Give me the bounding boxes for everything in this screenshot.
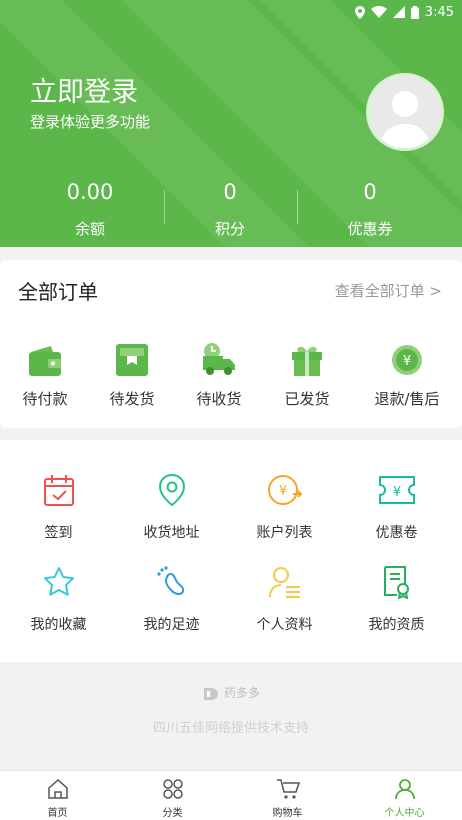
location-icon: [354, 5, 365, 19]
yuan-transfer-icon: ¥: [267, 475, 302, 505]
default-avatar-icon: [369, 76, 441, 148]
brand-mark-icon: [204, 687, 219, 700]
order-refund[interactable]: ¥ 退款/售后: [362, 340, 452, 409]
stat-divider: [297, 190, 298, 224]
account-list-button[interactable]: ¥ 账户列表: [228, 472, 341, 542]
calendar-check-icon: [43, 475, 74, 506]
order-pending-receipt-label: 待收货: [196, 390, 242, 408]
svg-text:¥: ¥: [278, 484, 286, 499]
profile-header: 3:45 立即登录 登录体验更多功能 0.00 余额 0 积分 0 优惠券: [0, 0, 462, 247]
qualification-label: 我的资质: [368, 617, 425, 633]
profile-info-button[interactable]: 个人资料: [228, 564, 341, 634]
orders-card: 全部订单 查看全部订单 > 待付款 待发货 待收货 已发货 ¥ 退款/售后: [0, 260, 462, 428]
tab-category-label: 分类: [162, 808, 183, 819]
order-pending-receipt[interactable]: 待收货: [174, 340, 264, 409]
balance-label: 余额: [74, 220, 105, 238]
signal-icon: [392, 6, 405, 18]
account-list-label: 账户列表: [256, 525, 313, 541]
order-pending-payment-label: 待付款: [22, 390, 68, 408]
person-icon: [394, 778, 415, 799]
cart-icon: [276, 778, 300, 799]
coupons-label: 优惠券: [347, 220, 393, 238]
stat-coupons[interactable]: 0 优惠券: [300, 178, 440, 239]
order-pending-shipment[interactable]: 待发货: [87, 340, 177, 409]
tab-cart-label: 购物车: [272, 808, 303, 819]
stat-balance[interactable]: 0.00 余额: [20, 178, 160, 239]
yuan-ticket-icon: ¥: [378, 476, 415, 504]
category-icon: [162, 778, 183, 799]
tab-profile-label: 个人中心: [384, 808, 425, 819]
location-pin-icon: [158, 473, 185, 507]
bottom-tab-bar: 首页 分类 购物车 个人中心: [0, 770, 462, 820]
delivery-truck-icon: [203, 343, 235, 375]
status-time: 3:45: [424, 4, 454, 20]
balance-value: 0.00: [66, 180, 114, 204]
orders-title: 全部订单: [18, 280, 98, 304]
footprint-icon: [156, 566, 184, 595]
tab-profile[interactable]: 个人中心: [347, 776, 462, 819]
brand-logo-text: 药多多: [223, 686, 260, 700]
order-refund-label: 退款/售后: [374, 390, 440, 408]
coupon-label: 优惠卷: [375, 525, 418, 541]
wifi-icon: [370, 6, 387, 18]
home-icon: [47, 778, 68, 799]
stat-points[interactable]: 0 积分: [160, 178, 300, 239]
tools-grid: 签到 收货地址 ¥ 账户列表 ¥ 优惠卷 我的收藏 我的足迹 个人资料 我的资质: [0, 440, 462, 662]
footprints-button[interactable]: 我的足迹: [115, 564, 228, 634]
svg-text:¥: ¥: [392, 485, 400, 500]
tech-support-text: 四川五佳网络提供技术支持: [152, 721, 309, 736]
login-subtitle: 登录体验更多功能: [30, 113, 151, 131]
order-pending-shipment-label: 待发货: [109, 390, 155, 408]
brand-logo: 药多多: [0, 684, 462, 702]
battery-icon: [410, 5, 419, 19]
points-value: 0: [223, 180, 237, 204]
coupon-button[interactable]: ¥ 优惠卷: [340, 472, 453, 542]
shipping-address-button[interactable]: 收货地址: [115, 472, 228, 542]
svg-text:¥: ¥: [403, 354, 411, 369]
refund-icon: ¥: [392, 345, 422, 375]
profile-info-label: 个人资料: [256, 617, 313, 633]
tab-cart[interactable]: 购物车: [230, 776, 345, 819]
tab-home-label: 首页: [47, 808, 68, 819]
status-bar: 3:45: [0, 0, 462, 24]
login-title[interactable]: 立即登录: [30, 70, 138, 109]
avatar[interactable]: [366, 73, 444, 151]
view-all-orders-link[interactable]: 查看全部订单 >: [335, 280, 442, 301]
star-icon: [43, 567, 74, 596]
certificate-icon: [383, 566, 409, 599]
checkin-label: 签到: [44, 525, 73, 541]
wallet-icon: [29, 346, 61, 376]
order-pending-payment[interactable]: 待付款: [0, 340, 90, 409]
shipping-address-label: 收货地址: [143, 525, 200, 541]
tab-category[interactable]: 分类: [115, 776, 230, 819]
order-shipped-label: 已发货: [284, 390, 330, 408]
qualification-button[interactable]: 我的资质: [340, 564, 453, 634]
checkin-button[interactable]: 签到: [2, 472, 115, 542]
favorites-button[interactable]: 我的收藏: [2, 564, 115, 634]
coupons-value: 0: [363, 180, 377, 204]
tab-home[interactable]: 首页: [0, 776, 115, 819]
package-icon: [116, 344, 148, 376]
favorites-label: 我的收藏: [30, 617, 87, 633]
order-shipped[interactable]: 已发货: [262, 340, 352, 409]
footprints-label: 我的足迹: [143, 617, 200, 633]
points-label: 积分: [214, 220, 245, 238]
person-list-icon: [268, 567, 300, 598]
gift-icon: [292, 346, 322, 376]
